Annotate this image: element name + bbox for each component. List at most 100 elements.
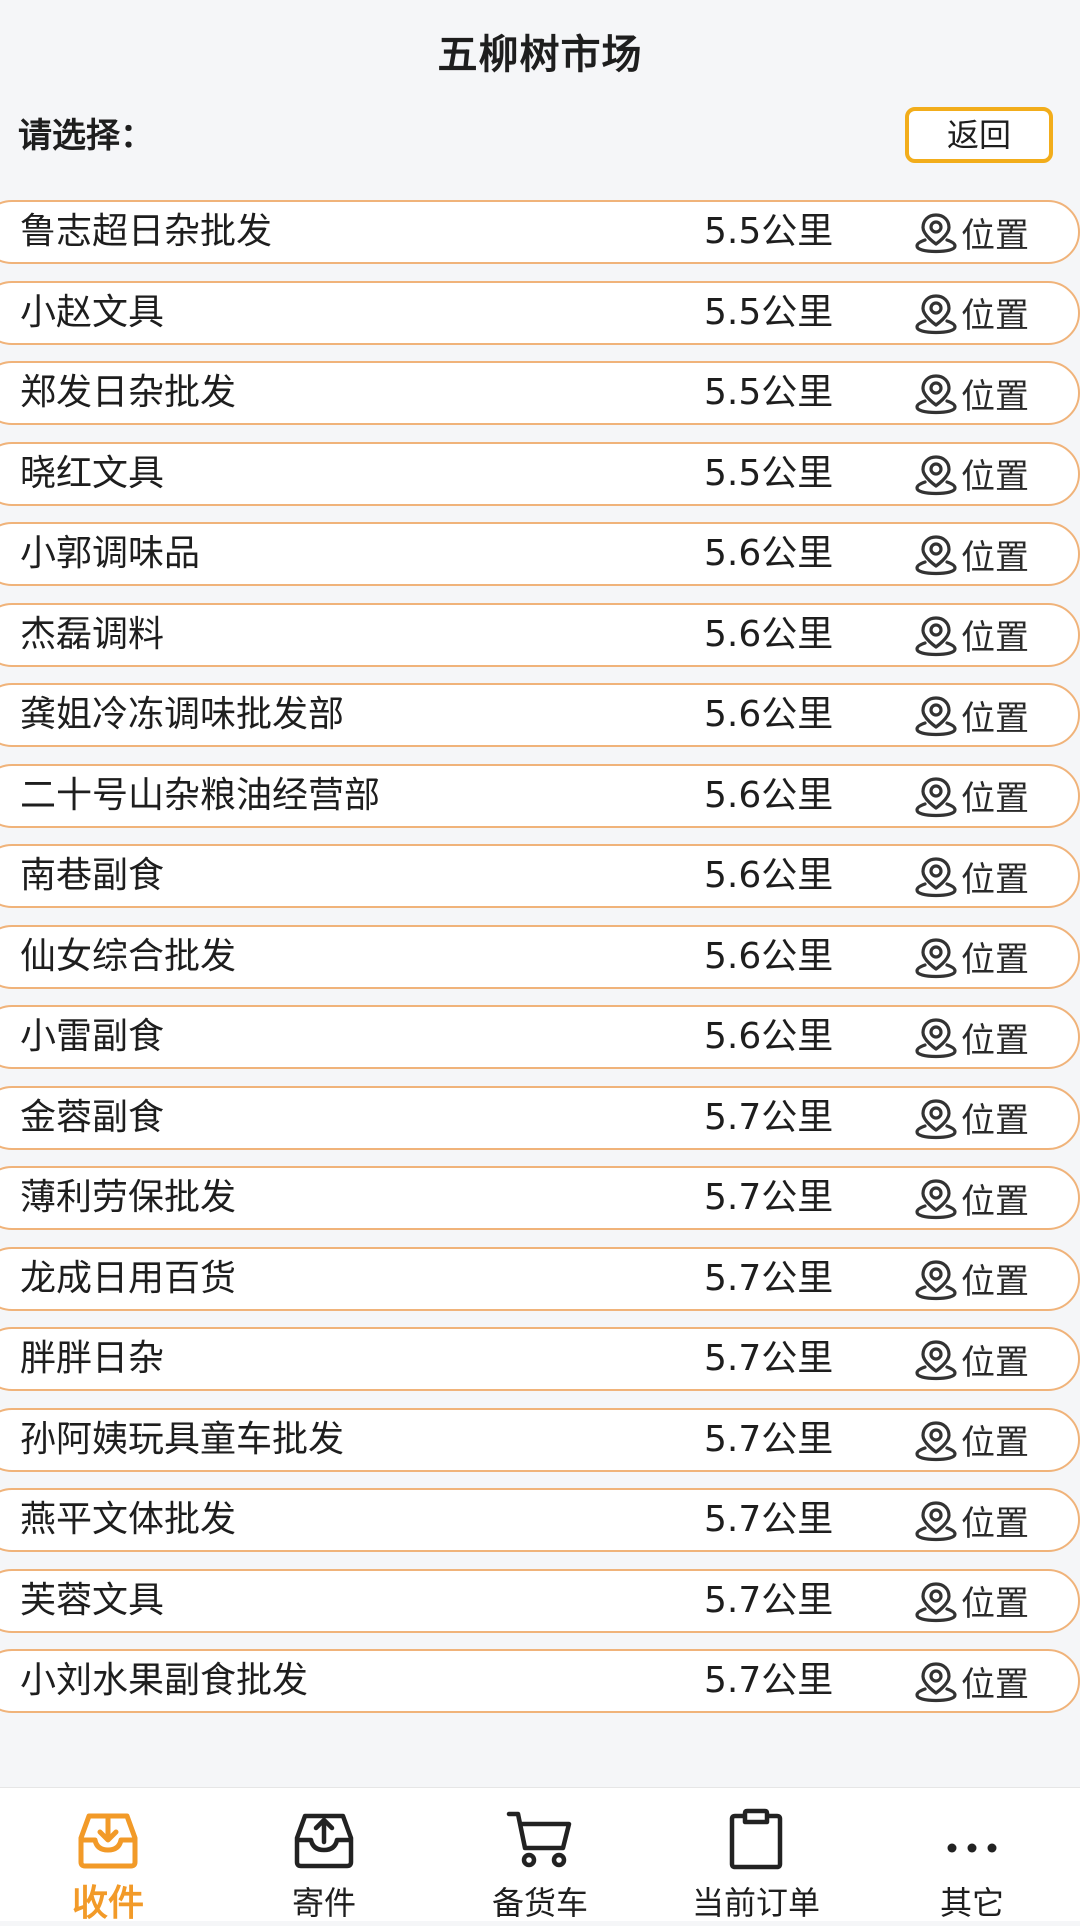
- shop-row[interactable]: 金蓉副食 5.7公里 位置: [0, 1085, 1080, 1150]
- shop-row[interactable]: 芙蓉文具 5.7公里 位置: [0, 1568, 1080, 1633]
- shop-name: 小赵文具: [20, 291, 165, 333]
- location-button[interactable]: 位置: [914, 1088, 1029, 1148]
- location-button[interactable]: 位置: [914, 1168, 1029, 1228]
- shop-row[interactable]: 小雷副食 5.6公里 位置: [0, 1005, 1080, 1069]
- nav-label-cart: 备货车: [491, 1884, 588, 1922]
- nav-item-cart[interactable]: 备货车: [432, 1788, 648, 1922]
- location-button[interactable]: 位置: [914, 1329, 1029, 1389]
- location-pin-icon: [915, 776, 957, 817]
- location-button[interactable]: 位置: [914, 363, 1029, 423]
- shop-distance: 5.7公里: [704, 1177, 834, 1218]
- location-label: 位置: [961, 1262, 1029, 1302]
- location-pin-icon: [915, 1018, 957, 1059]
- location-label: 位置: [961, 296, 1029, 336]
- location-pin-icon: [915, 1259, 957, 1300]
- location-button[interactable]: 位置: [914, 685, 1029, 745]
- location-pin-icon: [915, 1662, 957, 1703]
- location-pin-icon: [915, 696, 957, 737]
- location-pin-icon: [915, 1420, 957, 1461]
- shop-name: 燕平文体批发: [20, 1499, 237, 1540]
- location-button[interactable]: 位置: [914, 1249, 1029, 1309]
- location-label: 位置: [961, 1020, 1029, 1061]
- shop-row[interactable]: 小刘水果副食批发 5.7公里 位置: [0, 1649, 1080, 1713]
- location-label: 位置: [961, 698, 1029, 739]
- location-pin-icon: [915, 1581, 957, 1622]
- location-button[interactable]: 位置: [914, 1490, 1029, 1550]
- location-pin-icon: [915, 1340, 957, 1381]
- location-button[interactable]: 位置: [914, 766, 1029, 826]
- shop-row[interactable]: 仙女综合批发 5.6公里 位置: [0, 924, 1080, 989]
- location-label: 位置: [961, 618, 1029, 658]
- nav-item-send[interactable]: 寄件: [216, 1788, 432, 1922]
- shop-distance: 5.6公里: [704, 533, 834, 574]
- shop-row[interactable]: 南巷副食 5.6公里 位置: [0, 844, 1080, 908]
- location-pin-icon: [915, 857, 957, 898]
- location-button[interactable]: 位置: [914, 1571, 1029, 1631]
- shop-distance: 5.5公里: [704, 291, 834, 333]
- inbox-download-icon: [78, 1813, 138, 1869]
- shop-distance: 5.6公里: [704, 613, 834, 655]
- shop-row[interactable]: 薄利劳保批发 5.7公里 位置: [0, 1166, 1080, 1230]
- location-button[interactable]: 位置: [914, 283, 1029, 343]
- shop-name: 仙女综合批发: [20, 935, 237, 977]
- location-button[interactable]: 位置: [914, 444, 1029, 504]
- shop-row[interactable]: 龚姐冷冻调味批发部 5.6公里 位置: [0, 683, 1080, 747]
- bottom-nav: 收件 寄件 备货车 当前订单 其它: [0, 1787, 1080, 1924]
- shop-row[interactable]: 小赵文具 5.5公里 位置: [0, 280, 1080, 345]
- nav-item-more[interactable]: 其它: [864, 1788, 1080, 1922]
- shop-name: 小雷副食: [20, 1016, 165, 1057]
- location-button[interactable]: 位置: [914, 927, 1029, 987]
- location-label: 位置: [961, 1664, 1029, 1705]
- location-pin-icon: [915, 374, 957, 415]
- location-button[interactable]: 位置: [914, 524, 1029, 584]
- shop-row[interactable]: 燕平文体批发 5.7公里 位置: [0, 1488, 1080, 1552]
- shop-name: 胖胖日杂: [20, 1338, 165, 1379]
- shop-row[interactable]: 晓红文具 5.5公里 位置: [0, 441, 1080, 506]
- shop-distance: 5.7公里: [704, 1338, 834, 1379]
- shop-row[interactable]: 胖胖日杂 5.7公里 位置: [0, 1327, 1080, 1391]
- shop-row[interactable]: 杰磊调料 5.6公里 位置: [0, 602, 1080, 667]
- location-label: 位置: [961, 1342, 1029, 1383]
- page-title: 五柳树市场: [437, 32, 643, 78]
- nav-item-orders[interactable]: 当前订单: [648, 1788, 864, 1922]
- nav-label-receive: 收件: [71, 1883, 144, 1924]
- shop-distance: 5.7公里: [704, 1579, 834, 1621]
- cart-icon: [506, 1811, 572, 1868]
- shop-row[interactable]: 孙阿姨玩具童车批发 5.7公里 位置: [0, 1407, 1080, 1472]
- location-label: 位置: [961, 940, 1029, 980]
- location-button[interactable]: 位置: [914, 605, 1029, 665]
- shop-row[interactable]: 鲁志超日杂批发 5.5公里 位置: [0, 200, 1080, 264]
- shop-row[interactable]: 二十号山杂粮油经营部 5.6公里 位置: [0, 763, 1080, 828]
- location-label: 位置: [961, 1584, 1029, 1624]
- location-pin-icon: [915, 454, 957, 495]
- location-label: 位置: [961, 859, 1029, 900]
- location-button[interactable]: 位置: [914, 202, 1029, 262]
- select-prompt: 请选择：: [18, 116, 154, 156]
- location-button[interactable]: 位置: [914, 1410, 1029, 1470]
- nav-label-orders: 当前订单: [691, 1884, 820, 1922]
- location-button[interactable]: 位置: [914, 1007, 1029, 1067]
- location-pin-icon: [915, 615, 957, 656]
- shop-distance: 5.5公里: [704, 211, 834, 252]
- back-button[interactable]: 返回: [905, 107, 1053, 163]
- shop-distance: 5.6公里: [704, 855, 834, 896]
- location-label: 位置: [961, 1503, 1029, 1544]
- location-pin-icon: [915, 293, 957, 334]
- shop-name: 二十号山杂粮油经营部: [20, 774, 381, 816]
- shop-row[interactable]: 龙成日用百货 5.7公里 位置: [0, 1246, 1080, 1311]
- location-label: 位置: [961, 779, 1029, 819]
- location-pin-icon: [915, 213, 957, 254]
- shop-row[interactable]: 郑发日杂批发 5.5公里 位置: [0, 361, 1080, 425]
- shop-distance: 5.7公里: [704, 1096, 834, 1138]
- location-button[interactable]: 位置: [914, 1651, 1029, 1711]
- shop-distance: 5.5公里: [704, 452, 834, 494]
- more-dots-icon: [947, 1843, 997, 1853]
- shop-name: 龙成日用百货: [20, 1257, 237, 1299]
- shop-distance: 5.6公里: [704, 774, 834, 816]
- shop-row[interactable]: 小郭调味品 5.6公里 位置: [0, 522, 1080, 586]
- location-button[interactable]: 位置: [914, 846, 1029, 906]
- location-pin-icon: [915, 1098, 957, 1139]
- shop-name: 芙蓉文具: [20, 1579, 165, 1621]
- nav-item-receive[interactable]: 收件: [0, 1788, 216, 1924]
- nav-label-more: 其它: [939, 1884, 1004, 1922]
